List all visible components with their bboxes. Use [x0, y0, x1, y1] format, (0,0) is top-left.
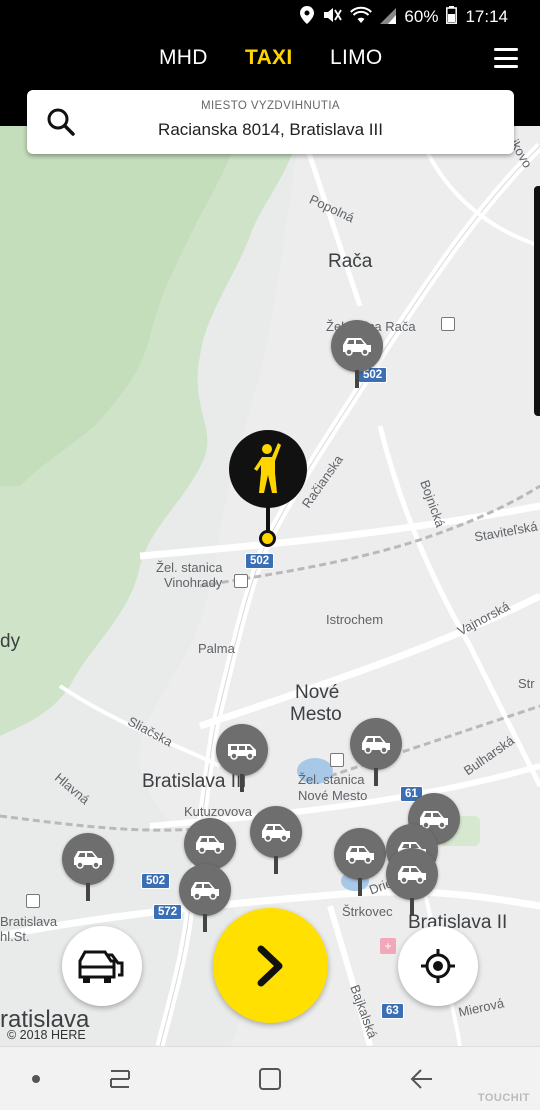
car-icon: [196, 836, 224, 854]
route-badge: 572: [153, 904, 183, 920]
mode-tabs: MHD TAXI LIMO: [0, 46, 540, 76]
map-label: Vinohrady: [164, 575, 223, 590]
map-view[interactable]: Rača Železnica Rača Popolná Račianska Bo…: [0, 126, 540, 1046]
car-icon: [262, 824, 290, 842]
car-icon: [398, 866, 426, 884]
status-icons: [300, 5, 397, 29]
tab-taxi[interactable]: TAXI: [245, 46, 292, 70]
watermark: TOUCHIT: [477, 1092, 530, 1104]
map-label: Nové: [295, 682, 340, 703]
map-label: Bratislava: [0, 914, 58, 929]
taxi-marker[interactable]: [179, 864, 231, 932]
map-label: Mesto: [290, 704, 342, 725]
taxi-marker[interactable]: [62, 833, 114, 901]
continue-button[interactable]: [213, 908, 328, 1023]
location-icon: [300, 5, 315, 29]
car-icon: [362, 736, 390, 754]
battery-percent: 60%: [404, 7, 439, 26]
chevron-right-icon: [257, 945, 282, 986]
route-badge: 502: [245, 553, 275, 569]
hospital-icon: +: [380, 938, 396, 954]
crosshair-icon: [421, 949, 455, 983]
train-station-icon: [330, 753, 344, 767]
back-icon[interactable]: [408, 1065, 436, 1093]
map-copyright: © 2018 HERE: [7, 1028, 86, 1042]
system-nav-bar: TOUCHIT: [0, 1046, 540, 1110]
taxi-marker[interactable]: [250, 806, 302, 874]
person-waving-icon: [254, 443, 281, 493]
pickup-location-marker[interactable]: [229, 430, 307, 547]
recents-icon[interactable]: [106, 1065, 134, 1093]
van-icon: [228, 744, 256, 760]
route-badge: 63: [381, 1003, 404, 1019]
tab-mhd[interactable]: MHD: [159, 46, 208, 70]
taxi-marker[interactable]: [350, 718, 402, 786]
map-label: Žel. stanica: [156, 560, 223, 575]
map-label: Kutuzovova: [184, 804, 252, 819]
pickup-address[interactable]: Racianska 8014, Bratislava III: [27, 120, 514, 140]
car-icon: [74, 851, 102, 869]
car-icon: [346, 846, 374, 864]
dot-icon[interactable]: [22, 1065, 50, 1093]
map-label: Nové Mesto: [298, 788, 368, 803]
map-label: Rača: [328, 251, 373, 272]
home-icon[interactable]: [256, 1065, 284, 1093]
route-badge: 502: [141, 873, 171, 889]
hamburger-menu-icon[interactable]: [494, 48, 518, 68]
pickup-search-field[interactable]: MIESTO VYZDVIHNUTIA Racianska 8014, Brat…: [27, 90, 514, 154]
train-station-icon: [26, 894, 40, 908]
train-station-icon: [441, 317, 455, 331]
map-label: Istrochem: [326, 612, 384, 627]
vehicle-types-button[interactable]: [62, 926, 142, 1006]
my-location-button[interactable]: [398, 926, 478, 1006]
wifi-icon: [350, 6, 373, 29]
taxi-marker[interactable]: [386, 848, 438, 916]
signal-icon: [380, 6, 397, 29]
car-icon: [343, 338, 371, 356]
clock: 17:14: [465, 7, 508, 26]
battery-icon: [446, 5, 458, 29]
map-label: Str: [518, 676, 535, 691]
pickup-label: MIESTO VYZDVIHNUTIA: [200, 100, 340, 112]
train-station-icon: [234, 574, 248, 588]
mute-icon: [322, 6, 343, 29]
car-icon: [191, 882, 219, 900]
taxi-marker[interactable]: [216, 724, 268, 792]
side-drawer-handle[interactable]: [534, 186, 540, 416]
map-label: Palma: [198, 641, 235, 656]
tab-limo[interactable]: LIMO: [330, 46, 383, 70]
map-label: dy: [0, 631, 21, 652]
map-label: Štrkovec: [342, 904, 393, 919]
taxi-marker[interactable]: [334, 828, 386, 896]
status-bar: 60% 17:14: [0, 0, 540, 34]
screen: 60% 17:14 MHD TAXI LIMO Rača Rača Popoln…: [0, 0, 540, 1110]
taxi-marker[interactable]: [331, 320, 383, 388]
map-label: hl.St.: [0, 929, 30, 944]
cars-icon: [78, 950, 124, 983]
